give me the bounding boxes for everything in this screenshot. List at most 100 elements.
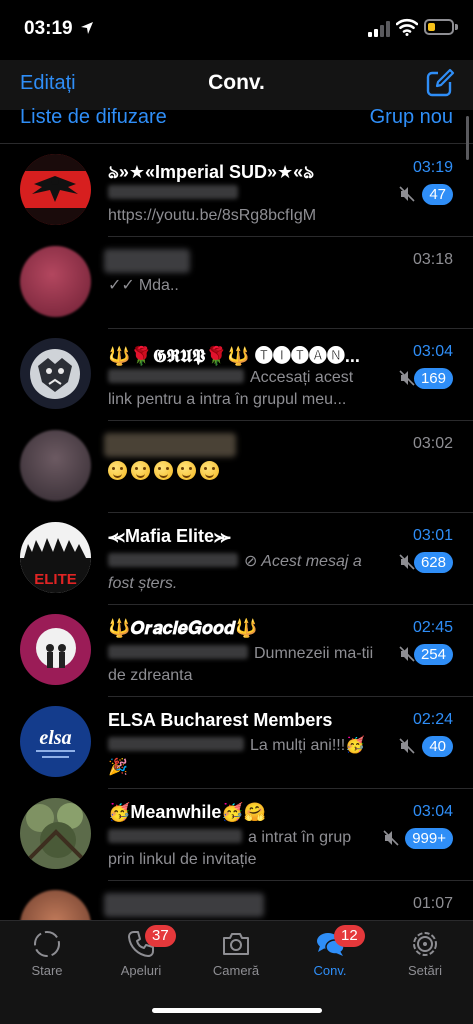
chat-name: 🔱𝑶𝒓𝒂𝒄𝒍𝒆𝑮𝒐𝒐𝒅🔱 bbox=[108, 618, 258, 638]
chat-row-content: 🔱🌹𝕲𝕽𝖀𝕻🌹🔱 🅣🅘🅣🅐🅝... 03:04 Accesați acest l… bbox=[108, 329, 473, 421]
chat-row-content: 🔱𝑶𝒓𝒂𝒄𝒍𝒆𝑮𝒐𝒐𝒅🔱 02:45 Dumnezeii ma-tii de z… bbox=[108, 605, 473, 697]
chat-preview: La mulți ani!!!🥳🎉 bbox=[108, 735, 378, 779]
muted-icon bbox=[399, 646, 415, 662]
chat-preview-text: https://youtu.be/8sRg8bcfIgM bbox=[108, 207, 317, 224]
avatar bbox=[20, 246, 91, 317]
avatar bbox=[20, 154, 91, 225]
status-bar: 03:19 bbox=[0, 0, 473, 60]
blurred-sender bbox=[108, 185, 238, 199]
tab-settings[interactable]: Setări bbox=[385, 929, 465, 978]
chat-time: 03:04 bbox=[412, 803, 453, 820]
chat-preview: ⊘ Acest mesaj a fost șters. bbox=[108, 551, 378, 595]
status-icon bbox=[34, 931, 60, 957]
chat-row-content: 🥳Meanwhile🥳🤗 03:04 a intrat în grup prin… bbox=[108, 789, 473, 881]
status-time: 03:19 bbox=[24, 18, 73, 39]
tab-label: Apeluri bbox=[120, 963, 162, 978]
chat-row-mafia-elite[interactable]: ELITE ⪻Mafia Elite⪼ 03:01 ⊘ Acest mesaj … bbox=[0, 513, 473, 605]
chat-row[interactable]: 03:18 ✓✓ Mda.. bbox=[0, 237, 473, 329]
chat-row-content: ⪻Mafia Elite⪼ 03:01 ⊘ Acest mesaj a fost… bbox=[108, 513, 473, 605]
gear-icon bbox=[413, 932, 437, 956]
chat-row-oracle-good[interactable]: 🔱𝑶𝒓𝒂𝒄𝒍𝒆𝑮𝒐𝒐𝒅🔱 02:45 Dumnezeii ma-tii de z… bbox=[0, 605, 473, 697]
avatar: ELITE bbox=[20, 522, 91, 593]
unread-badge: 169 bbox=[413, 368, 453, 389]
blurred-sender bbox=[108, 645, 248, 659]
muted-icon bbox=[399, 738, 415, 754]
chats-badge: 12 bbox=[334, 925, 365, 947]
muted-icon bbox=[399, 370, 415, 386]
tab-chats[interactable]: 12 Conv. bbox=[290, 925, 370, 978]
tab-label: Cameră bbox=[212, 963, 260, 978]
page-title: Conv. bbox=[208, 71, 265, 94]
chat-time: 03:02 bbox=[412, 435, 453, 452]
avatar bbox=[20, 614, 91, 685]
broadcast-lists-link[interactable]: Liste de difuzare bbox=[20, 106, 167, 129]
read-ticks-icon: ✓✓ bbox=[108, 277, 135, 294]
chat-time: 03:01 bbox=[412, 527, 453, 544]
muted-icon bbox=[399, 186, 415, 202]
svg-text:elsa: elsa bbox=[39, 727, 71, 749]
tab-label: Setări bbox=[408, 963, 442, 978]
chat-preview bbox=[108, 459, 378, 480]
chat-preview: Dumnezeii ma-tii de zdreanta bbox=[108, 643, 378, 687]
chat-name: ELSA Bucharest Members bbox=[108, 710, 333, 730]
unread-badge: 628 bbox=[413, 552, 453, 573]
nav-bar: Editați Conv. bbox=[0, 60, 473, 110]
chat-preview-text: Mda.. bbox=[138, 277, 179, 294]
avatar bbox=[20, 430, 91, 501]
new-group-link[interactable]: Grup nou bbox=[370, 106, 453, 129]
chat-row[interactable]: 01:07 bbox=[0, 881, 473, 920]
camera-icon bbox=[223, 933, 249, 955]
avatar bbox=[20, 890, 91, 920]
blurred-chat-name bbox=[104, 433, 236, 457]
blurred-chat-name bbox=[104, 249, 190, 273]
chat-row-content: ELSA Bucharest Members 02:24 La mulți an… bbox=[108, 697, 473, 789]
chat-time: 03:18 bbox=[412, 251, 453, 268]
chat-row-content: 03:18 ✓✓ Mda.. bbox=[104, 237, 473, 329]
tab-camera[interactable]: Cameră bbox=[196, 929, 276, 978]
chat-name: 🔱🌹𝕲𝕽𝖀𝕻🌹🔱 🅣🅘🅣🅐🅝... bbox=[108, 346, 360, 366]
yum-emoji-icon bbox=[200, 461, 219, 480]
chat-name: ⪻Mafia Elite⪼ bbox=[108, 526, 232, 546]
unread-badge: 40 bbox=[422, 736, 453, 757]
avatar bbox=[20, 338, 91, 409]
chat-row[interactable]: 03:02 bbox=[0, 421, 473, 513]
chat-row-elsa-bucharest[interactable]: elsa ELSA Bucharest Members 02:24 La mul… bbox=[0, 697, 473, 789]
wifi-icon bbox=[396, 18, 418, 36]
chat-preview: Accesați acest link pentru a intra în gr… bbox=[108, 367, 378, 411]
signal-icon bbox=[368, 21, 390, 37]
location-arrow-icon bbox=[81, 22, 93, 34]
unread-badge: 254 bbox=[413, 644, 453, 665]
unread-badge: 999+ bbox=[405, 828, 453, 849]
blurred-sender bbox=[108, 737, 244, 751]
compose-icon[interactable] bbox=[425, 68, 455, 98]
yum-emoji-icon bbox=[177, 461, 196, 480]
chat-row-content: ঌ»★«Imperial SUD»★«ঌ 03:19 https://youtu… bbox=[108, 145, 473, 237]
chat-preview: ✓✓ Mda.. bbox=[108, 275, 378, 297]
tab-label: Stare bbox=[31, 963, 63, 978]
blurred-sender bbox=[108, 829, 242, 843]
chat-time: 03:04 bbox=[412, 343, 453, 360]
blurred-sender bbox=[108, 369, 244, 383]
avatar bbox=[20, 798, 91, 869]
tab-status[interactable]: Stare bbox=[7, 929, 87, 978]
chat-name: 🥳Meanwhile🥳🤗 bbox=[108, 802, 267, 822]
svg-text:ELITE: ELITE bbox=[34, 571, 77, 588]
chat-row-meanwhile[interactable]: 🥳Meanwhile🥳🤗 03:04 a intrat în grup prin… bbox=[0, 789, 473, 881]
chat-time: 02:24 bbox=[412, 711, 453, 728]
calls-badge: 37 bbox=[145, 925, 176, 947]
yum-emoji-icon bbox=[108, 461, 127, 480]
chat-preview: https://youtu.be/8sRg8bcfIgM bbox=[108, 183, 378, 227]
muted-icon bbox=[383, 830, 399, 846]
unread-badge: 47 bbox=[422, 184, 453, 205]
chat-row-content: 01:07 bbox=[104, 881, 473, 920]
deleted-icon: ⊘ bbox=[244, 553, 262, 570]
battery-level bbox=[428, 23, 435, 31]
home-indicator[interactable] bbox=[152, 1008, 322, 1013]
chat-row-titan[interactable]: 🔱🌹𝕲𝕽𝖀𝕻🌹🔱 🅣🅘🅣🅐🅝... 03:04 Accesați acest l… bbox=[0, 329, 473, 421]
tab-calls[interactable]: 37 Apeluri bbox=[101, 925, 181, 978]
yum-emoji-icon bbox=[154, 461, 173, 480]
chat-list: ঌ»★«Imperial SUD»★«ঌ 03:19 https://youtu… bbox=[0, 145, 473, 920]
list-header: Liste de difuzare Grup nou bbox=[0, 104, 473, 144]
chat-row-imperial-sud[interactable]: ঌ»★«Imperial SUD»★«ঌ 03:19 https://youtu… bbox=[0, 145, 473, 237]
chat-time: 01:07 bbox=[412, 895, 453, 912]
